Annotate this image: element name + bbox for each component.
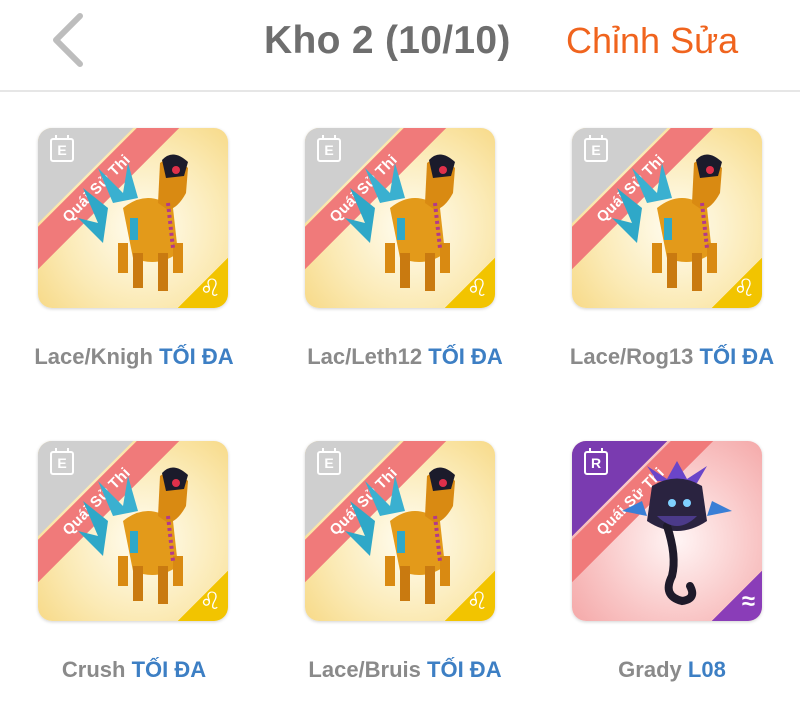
- edit-button[interactable]: Chỉnh Sửa: [566, 16, 738, 66]
- monster-level: TỐI ĐA: [427, 657, 502, 682]
- monster-label: Lace/Knigh TỐI ĐA: [0, 344, 269, 370]
- leo-icon: ♌: [445, 258, 495, 308]
- monster-label: Crush TỐI ĐA: [0, 657, 269, 683]
- grade-badge: E: [584, 135, 608, 162]
- header-bar: Kho 2 (10/10) Chỉnh Sửa: [0, 0, 800, 92]
- grade-badge: R: [584, 448, 608, 475]
- monster-level: TỐI ĐA: [131, 657, 207, 682]
- leo-icon: ♌: [445, 571, 495, 621]
- monster-card[interactable]: Quái Sử Thi R ≈: [572, 441, 762, 621]
- leo-icon: ♌: [178, 258, 228, 308]
- monster-label: Lace/Rog13 TỐI ĐA: [537, 344, 800, 370]
- monster-name: Lace/Knigh: [34, 344, 153, 369]
- monster-card[interactable]: Quái Sử Thi E ♌: [38, 128, 228, 308]
- grade-badge: E: [50, 448, 74, 475]
- monster-name: Crush: [61, 657, 126, 682]
- chevron-left-icon: [53, 13, 83, 67]
- monster-card[interactable]: Quái Sử Thi E ♌: [38, 441, 228, 621]
- grade-badge: E: [317, 135, 341, 162]
- monster-name: Lace/Rog13: [569, 344, 694, 369]
- monster-card[interactable]: Quái Sử Thi E ♌: [305, 441, 495, 621]
- monster-name: Lace/Bruis: [308, 657, 421, 682]
- back-button[interactable]: [44, 10, 94, 70]
- grade-badge: E: [50, 135, 74, 162]
- monster-label: Lac/Leth12 TỐI ĐA: [270, 344, 540, 370]
- monster-level: TỐI ĐA: [159, 344, 234, 369]
- page-title: Kho 2 (10/10): [264, 19, 511, 62]
- monster-name: Lac/Leth12: [307, 344, 423, 369]
- monster-card[interactable]: Quái Sử Thi E ♌: [305, 128, 495, 308]
- monster-name: Grady: [618, 657, 682, 682]
- leo-icon: ♌: [712, 258, 762, 308]
- grade-badge: E: [317, 448, 341, 475]
- monster-level: L08: [687, 657, 726, 682]
- monster-level: TỐI ĐA: [699, 344, 775, 369]
- monster-label: Lace/Bruis TỐI ĐA: [270, 657, 540, 683]
- monster-label: Grady L08: [537, 657, 800, 683]
- water-wave-icon: ≈: [712, 571, 762, 621]
- monster-level: TỐI ĐA: [428, 344, 503, 369]
- monster-card[interactable]: Quái Sử Thi E ♌: [572, 128, 762, 308]
- leo-icon: ♌: [178, 571, 228, 621]
